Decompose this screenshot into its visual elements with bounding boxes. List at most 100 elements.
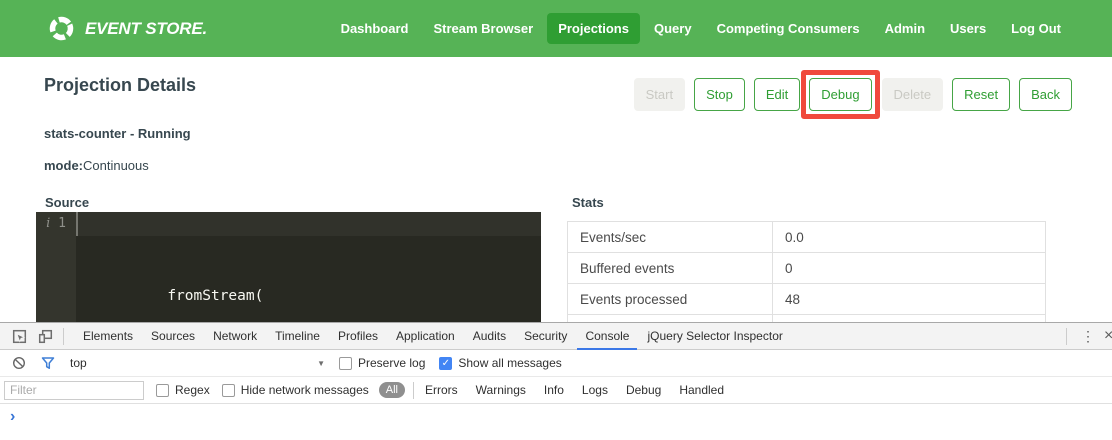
devtools-tab[interactable]: Console bbox=[577, 323, 637, 350]
devtools-tab[interactable]: Sources bbox=[143, 323, 203, 350]
projection-mode: mode:Continuous bbox=[44, 158, 149, 173]
regex-label: Regex bbox=[175, 383, 210, 397]
context-value: top bbox=[70, 356, 87, 370]
checkbox-unchecked-icon bbox=[156, 384, 169, 397]
toolbar-divider bbox=[1066, 328, 1067, 345]
devtools-more-menu-icon[interactable]: ⋮ bbox=[1072, 328, 1104, 345]
top-navigation-bar: EVENT STORE. Dashboard Stream Browser Pr… bbox=[0, 0, 1112, 57]
main-nav: Dashboard Stream Browser Projections Que… bbox=[327, 13, 1072, 44]
code-token: fromStream( bbox=[167, 288, 263, 304]
source-code-editor[interactable]: i 1 fromStream( '$stats-127.0.0.1:2113' … bbox=[36, 212, 541, 322]
stats-row: Events processed 48 bbox=[568, 284, 1046, 315]
editor-gutter: i 1 bbox=[36, 212, 76, 322]
nav-item[interactable]: Admin bbox=[874, 13, 936, 44]
device-toolbar-icon[interactable] bbox=[32, 323, 58, 349]
devtools-tabs: Elements Sources Network Timeline Profil… bbox=[75, 323, 1061, 350]
stat-label: Events/sec bbox=[568, 222, 773, 253]
console-filter-bar: Regex Hide network messages All Errors W… bbox=[0, 377, 1112, 404]
hide-network-messages-label: Hide network messages bbox=[241, 383, 369, 397]
inspect-element-icon[interactable] bbox=[6, 323, 32, 349]
regex-checkbox[interactable]: Regex bbox=[156, 383, 210, 397]
filter-level[interactable]: Debug bbox=[617, 383, 670, 397]
nav-item[interactable]: Query bbox=[643, 13, 703, 44]
devtools-tab[interactable]: jQuery Selector Inspector bbox=[639, 323, 790, 350]
clear-console-icon[interactable] bbox=[8, 352, 30, 374]
action-button-wrap: Back bbox=[1019, 78, 1072, 111]
console-output-area[interactable]: › bbox=[0, 404, 1112, 440]
devtools-panel: Elements Sources Network Timeline Profil… bbox=[0, 322, 1112, 440]
projection-action-buttons: Start Stop Edit Debug Delete Reset Bac bbox=[625, 78, 1072, 111]
filter-level[interactable]: Errors bbox=[416, 383, 467, 397]
editor-code-area: fromStream( '$stats-127.0.0.1:2113' ).wh… bbox=[76, 212, 541, 322]
hide-network-messages-checkbox[interactable]: Hide network messages bbox=[222, 383, 369, 397]
toolbar-divider bbox=[63, 328, 64, 345]
action-button[interactable]: Edit bbox=[754, 78, 800, 111]
filter-icon[interactable] bbox=[37, 352, 59, 374]
action-button-wrap: Stop bbox=[694, 78, 745, 111]
action-button-wrap: Reset bbox=[952, 78, 1010, 111]
console-prompt-chevron: › bbox=[10, 408, 15, 426]
gutter-line-number: 1 bbox=[58, 216, 66, 231]
devtools-tab[interactable]: Security bbox=[516, 323, 575, 350]
devtools-close-icon[interactable]: × bbox=[1104, 327, 1112, 345]
devtools-tab[interactable]: Profiles bbox=[330, 323, 386, 350]
nav-item[interactable]: Stream Browser bbox=[422, 13, 544, 44]
devtools-tab[interactable]: Network bbox=[205, 323, 265, 350]
stat-label bbox=[568, 315, 773, 323]
show-all-messages-checkbox[interactable]: ✓ Show all messages bbox=[439, 356, 561, 370]
action-button[interactable]: Reset bbox=[952, 78, 1010, 111]
filter-all-badge[interactable]: All bbox=[379, 382, 405, 398]
stat-value: 48 bbox=[773, 284, 1046, 315]
stats-table: Events/sec 0.0 Buffered events 0 Events … bbox=[567, 221, 1046, 322]
checkbox-unchecked-icon bbox=[339, 357, 352, 370]
action-button[interactable]: Back bbox=[1019, 78, 1072, 111]
event-store-logo[interactable]: EVENT STORE. bbox=[48, 15, 207, 42]
action-button[interactable]: Debug bbox=[809, 78, 871, 111]
devtools-tab[interactable]: Elements bbox=[75, 323, 141, 350]
action-button-wrap: Debug bbox=[801, 70, 879, 119]
filter-level[interactable]: Logs bbox=[573, 383, 617, 397]
devtools-tab[interactable]: Timeline bbox=[267, 323, 328, 350]
nav-item[interactable]: Log Out bbox=[1000, 13, 1072, 44]
stat-label: Events processed bbox=[568, 284, 773, 315]
code-line: fromStream( '$stats-127.0.0.1:2113' ).wh… bbox=[76, 212, 541, 236]
dropdown-caret-icon: ▼ bbox=[317, 359, 325, 368]
projection-name-status: stats-counter - Running bbox=[44, 126, 191, 141]
stats-row: Events/sec 0.0 bbox=[568, 222, 1046, 253]
console-filter-input[interactable] bbox=[4, 381, 144, 400]
action-button[interactable]: Delete bbox=[882, 78, 944, 111]
devtools-tab[interactable]: Audits bbox=[465, 323, 514, 350]
filter-level[interactable]: Handled bbox=[670, 383, 733, 397]
stat-value: 0 bbox=[773, 253, 1046, 284]
action-button-wrap: Edit bbox=[754, 78, 800, 111]
gutter-info-annotation-icon: i bbox=[46, 216, 50, 231]
devtools-tab[interactable]: Application bbox=[388, 323, 463, 350]
filter-level[interactable]: Info bbox=[535, 383, 573, 397]
action-button[interactable]: Start bbox=[634, 78, 685, 111]
stat-label: Buffered events bbox=[568, 253, 773, 284]
console-toolbar: top ▼ Preserve log ✓ Show all messages bbox=[0, 350, 1112, 377]
action-button[interactable]: Stop bbox=[694, 78, 745, 111]
preserve-log-checkbox[interactable]: Preserve log bbox=[339, 356, 425, 370]
source-heading: Source bbox=[45, 195, 89, 210]
stat-value bbox=[773, 315, 1046, 323]
nav-item[interactable]: Projections bbox=[547, 13, 640, 44]
filter-divider bbox=[413, 382, 414, 399]
nav-item[interactable]: Dashboard bbox=[330, 13, 420, 44]
event-store-ring-icon bbox=[48, 15, 75, 42]
mode-label: mode: bbox=[44, 158, 83, 173]
execution-context-selector[interactable]: top ▼ bbox=[70, 356, 325, 370]
filter-level[interactable]: Warnings bbox=[467, 383, 535, 397]
stats-row: Buffered events 0 bbox=[568, 253, 1046, 284]
checkbox-checked-icon: ✓ bbox=[439, 357, 452, 370]
page-title: Projection Details bbox=[44, 75, 196, 96]
nav-item[interactable]: Users bbox=[939, 13, 997, 44]
checkbox-unchecked-icon bbox=[222, 384, 235, 397]
action-button-wrap: Delete bbox=[882, 78, 944, 111]
stat-value: 0.0 bbox=[773, 222, 1046, 253]
show-all-messages-label: Show all messages bbox=[458, 356, 561, 370]
filter-levels: Errors Warnings Info Logs Debug Handled bbox=[416, 383, 733, 397]
logo-text: EVENT STORE. bbox=[85, 19, 207, 39]
mode-value: Continuous bbox=[83, 158, 149, 173]
nav-item[interactable]: Competing Consumers bbox=[706, 13, 871, 44]
